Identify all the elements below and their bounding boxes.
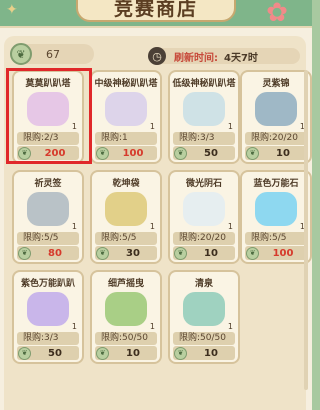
leaf-token-icon: ❦ <box>18 346 31 360</box>
item-quantity: 1 <box>227 222 233 231</box>
item-price: 200 <box>44 147 66 159</box>
shop-item-card[interactable]: 莫莫趴趴塔 1 限购:2/3 ❦ 200 <box>12 70 84 164</box>
item-name: 莫莫趴趴塔 <box>25 79 71 89</box>
shop-item-card[interactable]: 紫色万能趴趴 1 限购:3/3 ❦ 50 <box>12 270 84 364</box>
item-image-icon <box>105 192 147 226</box>
item-name: 清泉 <box>194 279 213 289</box>
purchase-limit: 限购:5/5 <box>17 232 79 245</box>
item-name: 灵紫锦 <box>262 79 290 89</box>
leaf-token-icon: ❦ <box>18 146 31 160</box>
item-price: 100 <box>272 247 294 259</box>
shop-item-card[interactable]: 灵紫锦 1 限购:20/20 ❦ 10 <box>240 70 312 164</box>
item-name: 蓝色万能石 <box>253 179 299 189</box>
shop-item-card[interactable]: 低级神秘趴趴塔 1 限购:3/3 ❦ 50 <box>168 70 240 164</box>
purchase-limit: 限购:3/3 <box>173 132 235 145</box>
leaf-token-icon: ❦ <box>96 246 109 260</box>
item-price: 10 <box>126 347 140 359</box>
leaf-token-icon: ❦ <box>10 43 32 65</box>
item-name: 低级神秘趴趴塔 <box>172 79 236 89</box>
refresh-label: 刷新时间: <box>174 52 218 64</box>
purchase-limit: 限购:1 <box>95 132 157 145</box>
item-quantity: 1 <box>149 322 155 331</box>
item-quantity: 1 <box>149 122 155 131</box>
currency-display: ❦ 67 <box>10 43 94 65</box>
item-image-icon <box>255 192 297 226</box>
item-image-icon <box>183 292 225 326</box>
item-quantity: 1 <box>149 222 155 231</box>
item-price: 100 <box>122 147 144 159</box>
purchase-limit: 限购:20/20 <box>245 132 307 145</box>
item-image-icon <box>27 192 69 226</box>
purchase-limit: 限购:50/50 <box>95 332 157 345</box>
shop-item-card[interactable]: 细芦摇曳 1 限购:50/50 ❦ 10 <box>90 270 162 364</box>
shop-item-card[interactable]: 祈灵签 1 限购:5/5 ❦ 80 <box>12 170 84 264</box>
item-price: 10 <box>204 247 218 259</box>
purchase-limit: 限购:2/3 <box>17 132 79 145</box>
item-image-icon <box>255 92 297 126</box>
item-price: 30 <box>126 247 140 259</box>
leaf-token-icon: ❦ <box>18 246 31 260</box>
buy-button[interactable]: ❦ 10 <box>245 146 307 160</box>
shop-item-card[interactable]: 微光阴石 1 限购:20/20 ❦ 10 <box>168 170 240 264</box>
item-name: 微光阴石 <box>185 179 222 189</box>
buy-button[interactable]: ❦ 50 <box>17 346 79 360</box>
item-image-icon <box>27 92 69 126</box>
item-price: 50 <box>204 147 218 159</box>
buy-button[interactable]: ❦ 100 <box>95 146 157 160</box>
purchase-limit: 限购:3/3 <box>17 332 79 345</box>
shop-item-card[interactable]: 清泉 1 限购:50/50 ❦ 10 <box>168 270 240 364</box>
buy-button[interactable]: ❦ 10 <box>173 246 235 260</box>
item-name: 紫色万能趴趴 <box>20 279 75 289</box>
item-quantity: 1 <box>71 122 77 131</box>
leaf-token-icon: ❦ <box>246 146 259 160</box>
item-image-icon <box>183 192 225 226</box>
purchase-limit: 限购:50/50 <box>173 332 235 345</box>
purchase-limit: 限购:5/5 <box>95 232 157 245</box>
item-quantity: 1 <box>227 122 233 131</box>
scrollbar[interactable] <box>304 70 308 390</box>
refresh-timer: ◷ 刷新时间: 4天7时 <box>148 47 300 65</box>
flower-icon: ✿ <box>266 0 288 28</box>
item-quantity: 1 <box>227 322 233 331</box>
item-name: 祈灵签 <box>34 179 62 189</box>
refresh-value: 4天7时 <box>224 52 258 64</box>
item-quantity: 1 <box>71 222 77 231</box>
shop-item-card[interactable]: 中级神秘趴趴塔 1 限购:1 ❦ 100 <box>90 70 162 164</box>
buy-button[interactable]: ❦ 10 <box>173 346 235 360</box>
clock-icon: ◷ <box>148 47 166 65</box>
item-price: 10 <box>276 147 290 159</box>
item-name: 乾坤袋 <box>112 179 140 189</box>
item-name: 细芦摇曳 <box>107 279 144 289</box>
item-quantity: 1 <box>71 322 77 331</box>
item-price: 10 <box>204 347 218 359</box>
item-price: 80 <box>48 247 62 259</box>
buy-button[interactable]: ❦ 30 <box>95 246 157 260</box>
purchase-limit: 限购:20/20 <box>173 232 235 245</box>
item-image-icon <box>183 92 225 126</box>
shop-item-card[interactable]: 乾坤袋 1 限购:5/5 ❦ 30 <box>90 170 162 264</box>
buy-button[interactable]: ❦ 80 <box>17 246 79 260</box>
leaf-token-icon: ❦ <box>246 246 259 260</box>
shop-item-card[interactable]: 蓝色万能石 1 限购:5/5 ❦ 100 <box>240 170 312 264</box>
leaf-token-icon: ❦ <box>96 346 109 360</box>
item-image-icon <box>105 292 147 326</box>
currency-amount: 67 <box>46 47 60 61</box>
star-decoration-icon: ✦ <box>6 2 18 18</box>
item-price: 50 <box>48 347 62 359</box>
item-image-icon <box>105 92 147 126</box>
buy-button[interactable]: ❦ 200 <box>17 146 79 160</box>
leaf-token-icon: ❦ <box>174 346 187 360</box>
leaf-token-icon: ❦ <box>96 146 109 160</box>
buy-button[interactable]: ❦ 50 <box>173 146 235 160</box>
item-image-icon <box>27 292 69 326</box>
buy-button[interactable]: ❦ 100 <box>245 246 307 260</box>
buy-button[interactable]: ❦ 10 <box>95 346 157 360</box>
leaf-token-icon: ❦ <box>174 246 187 260</box>
purchase-limit: 限购:5/5 <box>245 232 307 245</box>
item-name: 中级神秘趴趴塔 <box>94 79 158 89</box>
leaf-token-icon: ❦ <box>174 146 187 160</box>
page-title: 竞赛商店 <box>76 0 236 22</box>
